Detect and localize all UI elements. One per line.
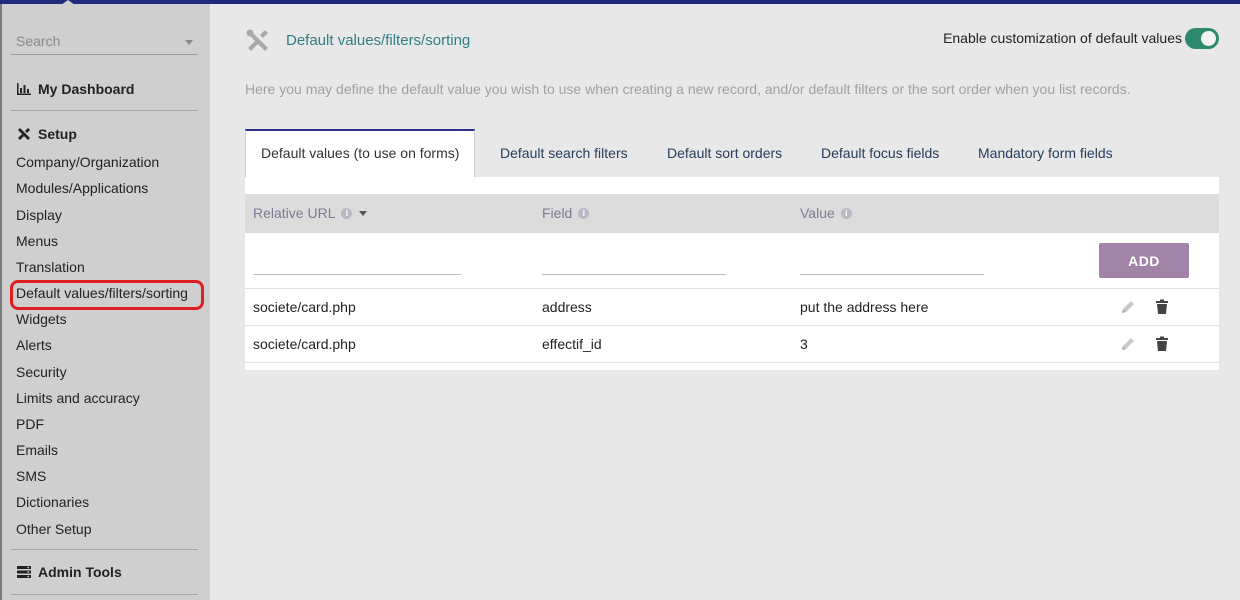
page-title: Default values/filters/sorting xyxy=(286,32,471,49)
info-icon[interactable]: i xyxy=(578,207,590,219)
tab-default-sort-orders[interactable]: Default sort orders xyxy=(667,129,782,177)
toggle-knob xyxy=(1201,31,1216,46)
trash-icon[interactable] xyxy=(1154,299,1170,315)
row-url: societe/card.php xyxy=(253,299,356,315)
toggle-label: Enable customization of default values xyxy=(943,30,1182,46)
chevron-down-icon[interactable] xyxy=(185,40,193,45)
menu-setup-label: Setup xyxy=(38,126,77,142)
tab-mandatory-form-fields[interactable]: Mandatory form fields xyxy=(978,129,1113,177)
page-description: Here you may define the default value yo… xyxy=(245,81,1131,97)
server-icon xyxy=(16,565,32,579)
menu-admin-tools[interactable]: Admin Tools xyxy=(16,564,122,580)
column-relative-url[interactable]: Relative URL i xyxy=(253,205,368,221)
customization-toggle[interactable] xyxy=(1185,28,1219,49)
tools-icon xyxy=(16,127,32,141)
sidebar-item-widgets[interactable]: Widgets xyxy=(16,311,67,327)
sidebar-item-alerts[interactable]: Alerts xyxy=(16,337,52,353)
value-input[interactable] xyxy=(800,253,984,275)
column-field-label: Field xyxy=(542,205,573,221)
info-icon[interactable]: i xyxy=(341,207,353,219)
tab-bar: Default values (to use on forms) Default… xyxy=(245,129,1219,177)
pencil-icon[interactable] xyxy=(1120,299,1136,315)
sidebar-item-display[interactable]: Display xyxy=(16,207,62,223)
row-field: effectif_id xyxy=(542,336,602,352)
table-row: societe/card.php effectif_id 3 xyxy=(245,326,1219,363)
menu-setup[interactable]: Setup xyxy=(16,126,77,142)
table-row: societe/card.php address put the address… xyxy=(245,289,1219,326)
sidebar-item-other-setup[interactable]: Other Setup xyxy=(16,521,92,537)
sidebar-item-modules[interactable]: Modules/Applications xyxy=(16,180,148,196)
tools-icon xyxy=(245,28,271,54)
row-value: 3 xyxy=(800,336,808,352)
sidebar-divider xyxy=(11,110,198,111)
column-value-label: Value xyxy=(800,205,835,221)
search-input[interactable] xyxy=(11,29,171,53)
tab-default-focus-fields[interactable]: Default focus fields xyxy=(821,129,939,177)
menu-my-dashboard-label: My Dashboard xyxy=(38,81,135,97)
sidebar-item-sms[interactable]: SMS xyxy=(16,468,46,484)
row-field: address xyxy=(542,299,592,315)
main-content: Default values/filters/sorting Enable cu… xyxy=(210,4,1240,600)
sidebar-item-limits[interactable]: Limits and accuracy xyxy=(16,390,140,406)
add-button[interactable]: ADD xyxy=(1099,243,1189,278)
column-value[interactable]: Value i xyxy=(800,205,852,221)
search-box[interactable] xyxy=(11,29,198,55)
field-input[interactable] xyxy=(542,253,726,275)
column-field[interactable]: Field i xyxy=(542,205,590,221)
table-header: Relative URL i Field i Value i xyxy=(245,194,1219,233)
url-input[interactable] xyxy=(253,253,461,275)
sidebar-item-pdf[interactable]: PDF xyxy=(16,416,44,432)
caret-down-icon[interactable] xyxy=(359,210,368,216)
new-entry-row: ADD xyxy=(245,233,1219,289)
sidebar-divider xyxy=(11,594,198,595)
menu-my-dashboard[interactable]: My Dashboard xyxy=(16,81,134,97)
chart-icon xyxy=(16,82,32,96)
highlight-annotation xyxy=(10,280,204,310)
sidebar-item-company[interactable]: Company/Organization xyxy=(16,154,159,170)
menu-admin-tools-label: Admin Tools xyxy=(38,564,122,580)
trash-icon[interactable] xyxy=(1154,336,1170,352)
sidebar-item-translation[interactable]: Translation xyxy=(16,259,85,275)
sidebar-item-emails[interactable]: Emails xyxy=(16,442,58,458)
info-icon[interactable]: i xyxy=(840,207,852,219)
row-value: put the address here xyxy=(800,299,929,315)
tab-default-search-filters[interactable]: Default search filters xyxy=(500,129,628,177)
sidebar-item-menus[interactable]: Menus xyxy=(16,233,58,249)
sidebar-item-dictionaries[interactable]: Dictionaries xyxy=(16,494,89,510)
table-panel: Relative URL i Field i Value i ADD socie… xyxy=(245,177,1219,370)
sidebar: My Dashboard Setup Company/Organization … xyxy=(0,4,210,600)
sidebar-divider xyxy=(11,549,198,550)
pencil-icon[interactable] xyxy=(1120,336,1136,352)
row-url: societe/card.php xyxy=(253,336,356,352)
tab-default-values[interactable]: Default values (to use on forms) xyxy=(245,129,476,177)
sidebar-item-security[interactable]: Security xyxy=(16,364,67,380)
column-relative-url-label: Relative URL xyxy=(253,205,336,221)
